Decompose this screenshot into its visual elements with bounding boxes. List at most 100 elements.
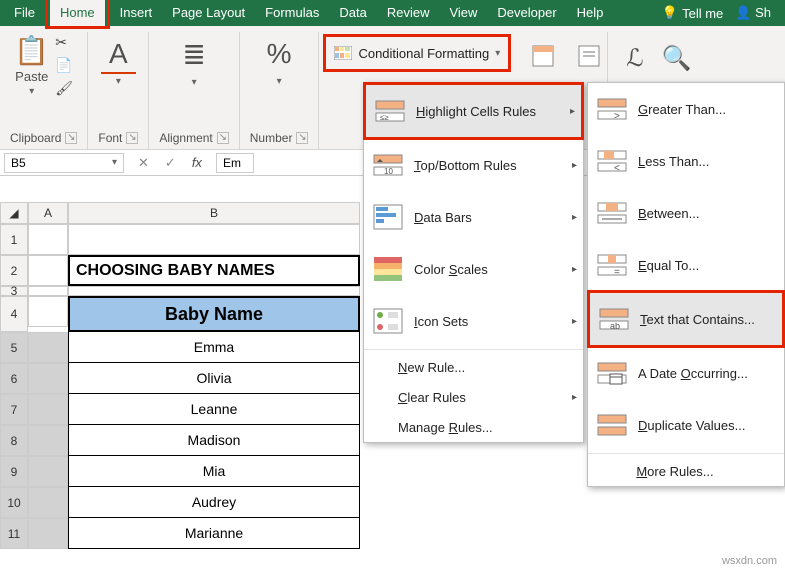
text-contains-icon: ab xyxy=(598,303,630,335)
row-header[interactable]: 11 xyxy=(0,518,28,549)
name-box[interactable]: B5 ▾ xyxy=(4,153,124,173)
tab-data[interactable]: Data xyxy=(329,0,376,26)
menu-equal-to[interactable]: = Equal To... xyxy=(588,239,784,291)
user-icon: 👤 xyxy=(735,5,751,20)
font-launcher-icon[interactable]: ↘ xyxy=(126,132,138,144)
data-cell[interactable]: Emma xyxy=(68,332,360,363)
menu-new-rule[interactable]: New Rule... xyxy=(364,352,583,382)
header-cell[interactable]: Baby Name xyxy=(68,296,360,332)
cell[interactable] xyxy=(28,286,68,296)
menu-top-bottom-rules[interactable]: 10 Top/Bottom Rules ▸ xyxy=(364,139,583,191)
editing-icon[interactable] xyxy=(577,44,601,75)
menu-greater-than[interactable]: > Greater Than... xyxy=(588,83,784,135)
alignment-launcher-icon[interactable]: ↘ xyxy=(217,132,229,144)
cell[interactable] xyxy=(28,363,68,394)
sort-icon[interactable]: ℒ xyxy=(626,44,643,73)
tab-formulas[interactable]: Formulas xyxy=(255,0,329,26)
tab-review[interactable]: Review xyxy=(377,0,440,26)
col-header-b[interactable]: B xyxy=(68,202,360,224)
menu-manage-rules[interactable]: Manage Rules... xyxy=(364,412,583,442)
select-all-button[interactable]: ◢ xyxy=(0,202,28,224)
menu-duplicate-values[interactable]: Duplicate Values... xyxy=(588,399,784,451)
cell[interactable] xyxy=(68,224,360,255)
tab-home[interactable]: Home xyxy=(50,0,105,26)
cell[interactable] xyxy=(28,425,68,456)
copy-icon[interactable]: 📄 xyxy=(55,57,73,74)
tell-me-wrap[interactable]: 💡 Tell me xyxy=(662,5,731,21)
menu-text-that-contains[interactable]: ab Text that Contains... xyxy=(590,293,782,345)
cut-icon[interactable]: ✂ xyxy=(55,34,73,51)
tab-view[interactable]: View xyxy=(439,0,487,26)
conditional-formatting-button[interactable]: Conditional Formatting ▾ xyxy=(328,39,506,67)
row-header[interactable]: 1 xyxy=(0,224,28,255)
menu-between[interactable]: Between... xyxy=(588,187,784,239)
cell[interactable] xyxy=(28,255,68,286)
find-icon[interactable]: 🔍 xyxy=(662,44,692,73)
svg-text:10: 10 xyxy=(384,167,393,176)
row-header[interactable]: 10 xyxy=(0,487,28,518)
paste-button[interactable]: 📋 Paste ▾ xyxy=(14,34,49,97)
formula-bar-input[interactable]: Em xyxy=(216,153,254,173)
tab-help[interactable]: Help xyxy=(567,0,614,26)
fx-icon[interactable]: fx xyxy=(192,155,202,170)
row-header[interactable]: 7 xyxy=(0,394,28,425)
cancel-icon[interactable]: ✕ xyxy=(138,155,149,171)
menu-less-than[interactable]: < Less Than... xyxy=(588,135,784,187)
menu-date-occurring[interactable]: A Date Occurring... xyxy=(588,347,784,399)
col-header-a[interactable]: A xyxy=(28,202,68,224)
group-alignment: ≣ ▾ Alignment ↘ xyxy=(149,32,239,149)
cell[interactable] xyxy=(28,456,68,487)
group-font: A ▾ Font ↘ xyxy=(88,32,149,149)
data-cell[interactable]: Olivia xyxy=(68,363,360,394)
clipboard-launcher-icon[interactable]: ↘ xyxy=(65,132,77,144)
row-header[interactable]: 4 xyxy=(0,296,28,332)
cell[interactable] xyxy=(28,487,68,518)
tab-page-layout[interactable]: Page Layout xyxy=(162,0,255,26)
number-launcher-icon[interactable]: ↘ xyxy=(296,132,308,144)
menu-icon-sets[interactable]: Icon Sets ▸ xyxy=(364,295,583,347)
data-cell[interactable]: Audrey xyxy=(68,487,360,518)
format-painter-icon[interactable]: 🖌 xyxy=(55,80,73,97)
row-header[interactable]: 8 xyxy=(0,425,28,456)
cell[interactable] xyxy=(28,394,68,425)
cell[interactable] xyxy=(28,518,68,549)
row-header[interactable]: 5 xyxy=(0,332,28,363)
data-cell[interactable]: Madison xyxy=(68,425,360,456)
data-cell[interactable]: Marianne xyxy=(68,518,360,549)
menu-more-rules[interactable]: More Rules... xyxy=(588,456,784,486)
menu-clear-rules[interactable]: Clear Rules ▸ xyxy=(364,382,583,412)
tab-insert[interactable]: Insert xyxy=(110,0,163,26)
row-header[interactable]: 9 xyxy=(0,456,28,487)
cell[interactable] xyxy=(28,332,68,363)
row-header[interactable]: 6 xyxy=(0,363,28,394)
alignment-icon: ≣ xyxy=(174,34,213,75)
cell[interactable] xyxy=(68,286,360,296)
number-group-label: Number xyxy=(250,131,293,145)
row-header[interactable]: 2 xyxy=(0,255,28,286)
menu-label: Equal To... xyxy=(638,258,699,273)
row-header[interactable]: 3 xyxy=(0,286,28,296)
cell[interactable] xyxy=(28,224,68,255)
cell[interactable] xyxy=(28,296,68,327)
cond-fmt-label: Conditional Formatting xyxy=(358,46,489,61)
tab-file[interactable]: File xyxy=(4,0,45,26)
menu-color-scales[interactable]: Color Scales ▸ xyxy=(364,243,583,295)
tab-developer[interactable]: Developer xyxy=(487,0,566,26)
menu-label: Color Scales xyxy=(414,262,488,277)
menu-data-bars[interactable]: Data Bars ▸ xyxy=(364,191,583,243)
data-cell[interactable]: Leanne xyxy=(68,394,360,425)
chevron-down-icon: ▾ xyxy=(277,76,282,87)
data-cell[interactable]: Mia xyxy=(68,456,360,487)
font-button[interactable]: A ▾ xyxy=(101,34,136,87)
cells-icon[interactable] xyxy=(531,44,555,75)
alignment-button[interactable]: ≣ ▾ xyxy=(174,34,213,88)
number-button[interactable]: % ▾ xyxy=(259,34,300,87)
title-cell[interactable]: CHOOSING BABY NAMES xyxy=(68,255,360,286)
enter-icon[interactable]: ✓ xyxy=(165,155,176,171)
menu-highlight-cells-rules[interactable]: ≤≥ Highlight Cells Rules ▸ xyxy=(366,85,581,137)
number-icon: % xyxy=(259,34,300,74)
conditional-formatting-menu: ≤≥ Highlight Cells Rules ▸ 10 Top/Bottom… xyxy=(363,82,584,443)
chevron-right-icon: ▸ xyxy=(572,316,577,327)
user-label[interactable]: 👤 Sh xyxy=(731,0,781,26)
equal-to-icon: = xyxy=(596,249,628,281)
